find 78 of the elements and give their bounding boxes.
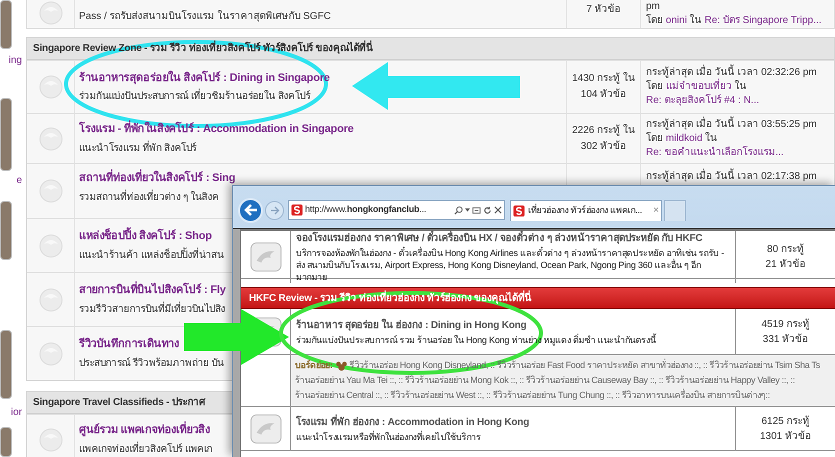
board-title-link[interactable]: แหล่งช็อปปิ้ง สิงคโปร์ : Shop	[79, 228, 212, 245]
site-logo-icon	[513, 204, 525, 216]
board-stats: 1301 หัวข้อ	[760, 430, 812, 444]
board-stats: 80 กระทู้	[767, 242, 804, 257]
section-title: Singapore Travel Classifieds - ประกาศ	[33, 396, 205, 410]
url-text: http://www.hongkongfanclub...	[305, 203, 426, 216]
tab-close-button[interactable]: ×	[653, 203, 659, 218]
board-description: แพคเกจท่องเที่ยวสิงคโปร์ แพคเก	[79, 442, 212, 457]
topic-link[interactable]: Re: ตะลุยสิงคโปร์ #4 : N...	[646, 95, 760, 106]
board-stats: 7 หัวข้อ	[586, 3, 621, 17]
board-stats: 1430 กระทู้ ใน	[572, 71, 635, 86]
board-description: รวมรีวิวสายการบินที่มีเที่ยวบินไปสิง	[79, 302, 226, 317]
site-logo-icon	[291, 204, 303, 216]
user-link[interactable]: แม่จ๋าขอบเที่ยว	[666, 81, 732, 92]
photo-placeholder	[0, 201, 12, 260]
board-description: แนะนำโรงแรมหรือที่พักในฮ่องกงที่เคยไปใช้บริการ	[296, 430, 482, 442]
search-icon[interactable]	[454, 206, 463, 214]
dropdown-caret-icon[interactable]	[465, 208, 470, 212]
board-description: ประสบการณ์ รีวิวพร้อมภาพถ่าย บัน	[79, 356, 224, 371]
lion-emblem-icon	[38, 426, 64, 452]
lion-emblem-icon	[38, 340, 64, 366]
last-post-info: โดย mildkoid ใน Re: ขอคำแนะนำเลือกโรงแรม...	[646, 132, 785, 160]
board-stats: 4519 กระทู้	[761, 318, 810, 332]
back-button[interactable]	[238, 198, 263, 222]
user-link[interactable]: mildkoid	[666, 132, 702, 144]
dragon-emblem-icon	[250, 414, 282, 444]
thumbnail-caption[interactable]: ing	[8, 55, 22, 68]
child-boards-links[interactable]: ร้านอร่อยย่าน Central ::, :: รีวิวร้านอร่อยย่าน West ::, :: รีวิวร้านอร่อยย่าน Tung Chung ::, :: รีวิวอาหารบนเครื่องบิน สายการบินต่างๆ::	[295, 388, 770, 403]
child-boards-links[interactable]: ร้านอร่อยย่าน Yau Ma Tei ::, :: รีวิวร้านอร่อยย่าน Mong Kok ::, :: รีวิวร้านอร่อยย่าน Causeway Bay ::, :: รีวิวร้านอร่อยย่าน Happy Valley ::, ::	[295, 373, 795, 388]
board-title-link[interactable]: จองโรงแรมฮ่องกง ราคาพิเศษ / ตั๋วเครื่องบิน HX / จองตั๋วต่าง ๆ ล่วงหน้าราคาสุดประหยัด กับ HKFC	[296, 231, 702, 246]
board-description: แนะนำร้านค้า แหล่งช็อปปิ้งที่น่าสน	[79, 248, 224, 263]
lion-emblem-icon	[38, 232, 64, 258]
board-title-link[interactable]: รีวิวบันทึกการเดินทาง	[79, 336, 179, 353]
right-arrow-icon	[270, 206, 280, 214]
board-title-link[interactable]: สถานที่ท่องเที่ยวในสิงคโปร์ : Sing	[79, 170, 236, 186]
board-stats: 104 หัวข้อ	[580, 88, 626, 102]
board-description: แนะนำโรงแรม ที่พัก สิงคโปร์	[79, 140, 196, 156]
board-stats: 21 หัวข้อ	[766, 258, 806, 272]
photo-placeholder	[0, 0, 12, 50]
browser-tab[interactable]: เที่ยวฮ่องกง ทัวร์ฮ่องกง แพคเก... ×	[510, 200, 662, 220]
last-post-info: โดย แม่จ๋าขอบเที่ยว ใน Re: ตะลุยสิงคโปร์ #4 : N...	[646, 80, 829, 108]
lion-emblem-icon	[38, 74, 64, 100]
last-post-time: pm	[646, 0, 660, 14]
user-link[interactable]: onini	[666, 15, 687, 26]
board-title-link[interactable]: ศูนย์รวม แพคเกจท่องเที่ยวสิง	[79, 422, 210, 439]
last-post-time: กระทู้ล่าสุด เมื่อ วันนี้ เวลา 03:55:25 pm	[646, 118, 817, 132]
lion-emblem-icon	[38, 286, 64, 312]
dragon-emblem-icon	[250, 242, 282, 272]
board-description: Pass / รถรับส่งสนามบินโรงแรม ในราคาสุดพิเศษกับ SGFC	[79, 9, 331, 24]
child-boards-label: บอร์ดย่อย:	[295, 358, 333, 372]
thumbnail-caption[interactable]: e	[16, 175, 22, 188]
last-post-time: กระทู้ล่าสุด เมื่อ วันนี้ เวลา 02:32:26 pm	[646, 66, 817, 80]
photo-placeholder	[0, 427, 12, 457]
topic-link[interactable]: Re: ขอคำแนะนำเลือกโรงแรม...	[646, 146, 784, 158]
photo-placeholder	[0, 330, 12, 400]
lion-emblem-icon	[38, 178, 64, 204]
thumbnail-caption[interactable]: ior	[10, 407, 22, 420]
last-post-info: โดย onini ใน Re: บัตร Singapore Tripp...	[646, 14, 822, 28]
board-title-link[interactable]: โรงแรม ที่พัก ฮ่องกง : Accommodation in Hong Kong	[296, 414, 530, 430]
refresh-icon[interactable]	[483, 206, 492, 214]
board-stats: 2226 กระทู้ ใน	[572, 123, 635, 138]
board-description: ร่วมกันแบ่งปันประสบการณ์ เที่ยวชิมร้านอร่อยใน สิงคโปร์	[79, 89, 310, 104]
board-title-link[interactable]: โรงแรม - ที่พักในสิงคโปร์ : Accommodation in Singapore	[79, 121, 354, 138]
board-description: บริการจองห้องพักในฮ่องกง - ตั๋วเครื่องบิน Hong Kong Airlines และตั๋วต่าง ๆ ล่วงหน้าราคาสุดประหยัด อาทิเช่น รถรับ - ส่ง สนามบินกับโรงแรม, Airport Express, Hong Kong Disneyland, Ocean Park, Ngong Ping 360 และอื่น ๆ อีกมากมาย	[296, 247, 726, 283]
board-stats: 6125 กระทู้	[761, 414, 810, 428]
board-stats: 331 หัวข้อ	[762, 332, 808, 346]
address-bar[interactable]: http://www.hongkongfanclub...	[288, 200, 505, 220]
lion-emblem-icon	[38, 126, 64, 152]
compatibility-icon[interactable]	[472, 206, 481, 214]
close-icon[interactable]	[494, 206, 502, 214]
topic-link[interactable]: Re: บัตร Singapore Tripp...	[704, 15, 822, 26]
board-stats: 302 หัวข้อ	[580, 140, 626, 154]
left-arrow-icon	[244, 204, 258, 216]
board-title-link[interactable]: สายการบินที่บินไปสิงคโปร์ : Fly	[79, 282, 226, 299]
board-description: รวมสถานที่ท่องเที่ยวต่าง ๆ ในสิงค	[79, 190, 219, 204]
last-post-time: กระทู้ล่าสุด เมื่อ วันนี้ เวลา 02:17:38 pm	[646, 170, 817, 184]
board-title-link[interactable]: ร้านอาหาร สุดอร่อย ใน ฮ่องกง : Dining in Hong Kong	[296, 318, 526, 332]
mouse-ears-icon	[336, 360, 347, 370]
